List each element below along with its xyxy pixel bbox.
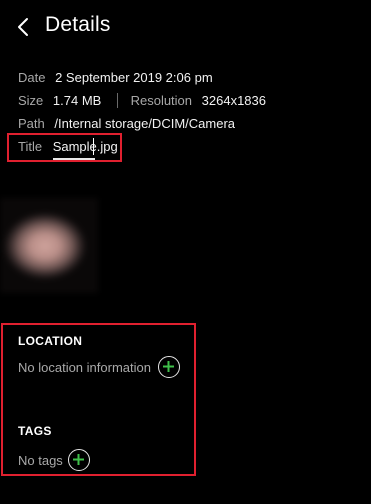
page-title: Details — [45, 13, 111, 36]
path-row: Path /Internal storage/DCIM/Camera — [18, 116, 235, 131]
path-value: /Internal storage/DCIM/Camera — [54, 116, 235, 131]
date-label: Date — [18, 70, 46, 85]
chevron-left-icon — [18, 18, 28, 36]
location-text: No location information — [18, 360, 151, 375]
title-row: Title Sample.jpg — [18, 138, 118, 160]
tags-heading: TAGS — [18, 424, 52, 438]
title-label: Title — [18, 139, 43, 154]
date-value: 2 September 2019 2:06 pm — [55, 70, 213, 85]
path-label: Path — [18, 116, 45, 131]
back-button[interactable] — [10, 12, 38, 42]
text-cursor — [92, 138, 94, 155]
add-location-button[interactable] — [158, 356, 180, 378]
resolution-value: 3264x1836 — [201, 93, 266, 108]
plus-circle-icon — [163, 361, 174, 372]
date-row: Date 2 September 2019 2:06 pm — [18, 70, 213, 85]
plus-circle-icon — [73, 454, 84, 465]
location-heading: LOCATION — [18, 334, 83, 348]
image-thumbnail[interactable] — [0, 198, 98, 293]
size-label: Size — [18, 93, 44, 108]
divider — [116, 93, 118, 108]
title-input-text: Sample.jpg — [52, 139, 118, 154]
size-value: 1.74 MB — [52, 93, 102, 108]
title-input[interactable]: Sample.jpg — [52, 138, 118, 160]
app-header: Details — [0, 0, 371, 56]
title-input-underline — [52, 158, 95, 160]
tags-text: No tags — [18, 453, 63, 468]
add-tag-button[interactable] — [68, 449, 90, 471]
resolution-label: Resolution — [130, 93, 193, 108]
size-row: Size 1.74 MB Resolution 3264x1836 — [18, 93, 266, 108]
